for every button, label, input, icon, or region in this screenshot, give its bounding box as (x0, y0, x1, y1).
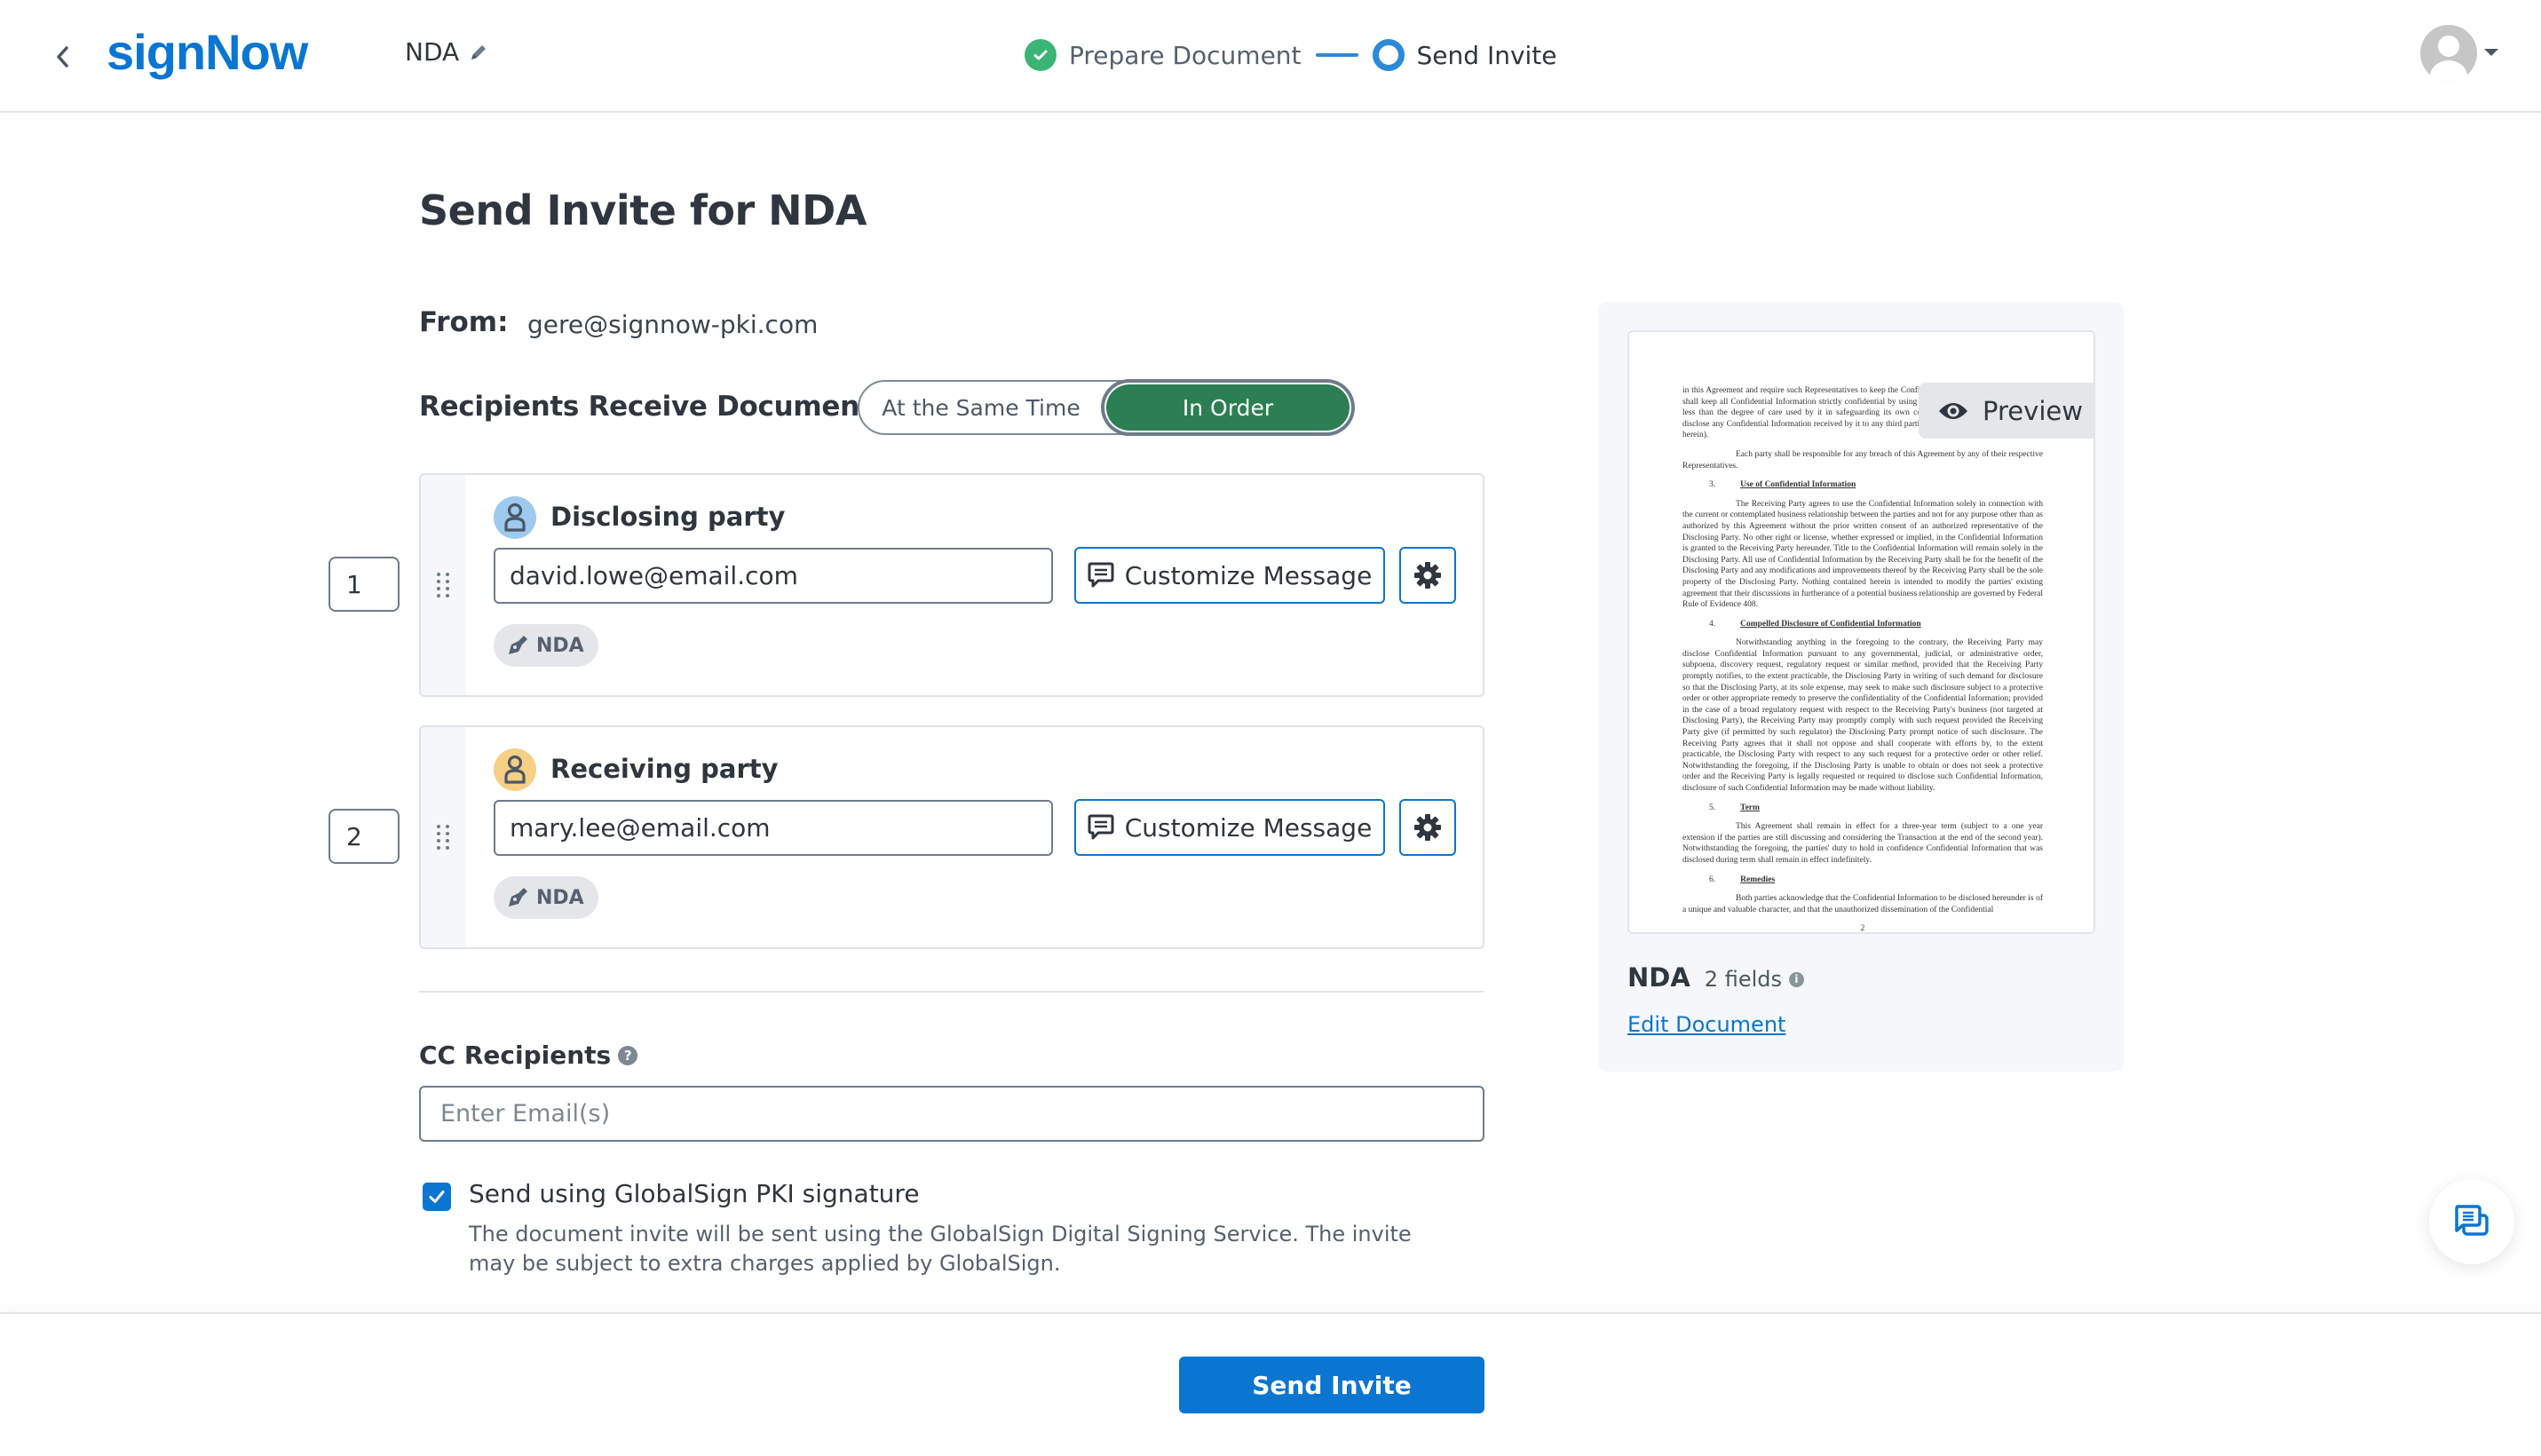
pki-signature-label[interactable]: Send using GlobalSign PKI signature (469, 1179, 920, 1208)
document-preview-panel: in this Agreement and require such Repre… (1598, 302, 2124, 1072)
preview-button[interactable]: Preview (1919, 383, 2094, 439)
signing-order-input[interactable]: 1 (329, 557, 400, 612)
user-silhouette-icon (2430, 36, 2467, 82)
back-button[interactable] (50, 39, 76, 75)
doc-heading: 4. Compelled Disclosure of Confidential I… (1682, 619, 2043, 630)
page-number: 2 (1860, 924, 1865, 934)
current-step-icon (1372, 39, 1405, 71)
drag-handle[interactable] (421, 727, 465, 947)
cc-recipients-label: CC Recipients ? (419, 1041, 638, 1070)
user-avatar[interactable] (2420, 25, 2477, 82)
role-name: Disclosing party (550, 502, 786, 532)
document-badge: NDA (494, 876, 598, 919)
checkmark-icon (429, 1191, 445, 1203)
pki-signature-description: The document invite will be sent using t… (469, 1222, 1412, 1276)
chat-bubbles-icon (2455, 1205, 2489, 1236)
user-menu-caret-icon[interactable] (2484, 49, 2498, 56)
document-name-text: NDA (405, 37, 460, 67)
document-badge-label: NDA (536, 634, 584, 657)
recipient-email-input[interactable] (494, 800, 1053, 856)
signing-order-label: Recipients Receive Documents (419, 391, 889, 423)
message-icon (1088, 814, 1114, 840)
chat-support-button[interactable] (2429, 1179, 2514, 1264)
doc-heading: 6. Remedies (1682, 874, 2043, 886)
doc-heading-text: Remedies (1740, 874, 1776, 884)
role-name: Receiving party (550, 754, 779, 784)
cc-recipients-text: CC Recipients (419, 1041, 612, 1070)
progress-stepper: Prepare Document Send Invite (1025, 36, 1557, 75)
drag-handle[interactable] (421, 475, 465, 695)
document-thumbnail[interactable]: in this Agreement and require such Repre… (1627, 330, 2095, 934)
doc-heading: 3. Use of Confidential Information (1682, 479, 2043, 491)
recipient-card: Receiving party Customize Message NDA (419, 725, 1484, 949)
customize-message-button[interactable]: Customize Message (1074, 547, 1385, 604)
doc-paragraph: This Agreement shall remain in effect fo… (1682, 822, 2043, 865)
document-info: NDA 2 fields i (1627, 962, 1804, 993)
document-name[interactable]: NDA (405, 37, 489, 67)
preview-label: Preview (1983, 395, 2083, 426)
signnow-logo[interactable]: signNow (107, 23, 308, 81)
recipient-email-input[interactable] (494, 548, 1053, 604)
fields-count: 2 fields i (1705, 967, 1804, 992)
info-icon[interactable]: i (1788, 971, 1804, 987)
doc-heading-text: Use of Confidential Information (1740, 480, 1856, 490)
customize-message-label: Customize Message (1124, 812, 1373, 843)
signing-order-toggle: At the Same Time In Order (858, 380, 1353, 435)
doc-heading-text: Compelled Disclosure of Confidential Inf… (1740, 619, 1921, 629)
top-bar: signNow NDA Prepare Document Send Invite (0, 0, 2541, 113)
person-icon (504, 502, 526, 532)
doc-heading-text: Term (1740, 803, 1760, 812)
signature-pen-icon (509, 888, 527, 906)
customize-message-button[interactable]: Customize Message (1074, 799, 1385, 856)
pki-signature-checkbox[interactable] (423, 1183, 451, 1211)
doc-paragraph: Notwithstanding anything in the foregoin… (1682, 638, 2043, 793)
page-title: Send Invite for NDA (419, 186, 867, 234)
signature-pen-icon (509, 636, 527, 654)
fields-count-text: 2 fields (1704, 967, 1782, 992)
from-label: From: (419, 306, 509, 338)
option-same-time[interactable]: At the Same Time (865, 382, 1097, 433)
pencil-icon[interactable] (468, 42, 489, 63)
document-page-text: in this Agreement and require such Repre… (1682, 385, 2043, 934)
recipient-card: Disclosing party Customize Message NDA (419, 473, 1484, 697)
check-circle-icon (1025, 39, 1057, 71)
edit-document-link[interactable]: Edit Document (1627, 1012, 1785, 1037)
role-avatar (494, 748, 536, 791)
doc-heading-number: 4. (1709, 619, 1716, 629)
person-icon (504, 755, 526, 784)
drag-dots-icon (437, 825, 449, 850)
eye-icon (1939, 402, 1968, 419)
doc-heading-number: 6. (1709, 874, 1716, 884)
message-icon (1088, 562, 1114, 588)
gear-icon (1414, 814, 1441, 841)
doc-heading-number: 5. (1709, 803, 1716, 812)
from-email: gere@signnow-pki.com (527, 310, 819, 339)
section-divider (419, 991, 1484, 993)
doc-paragraph: Each party shall be responsible for any … (1682, 449, 2043, 471)
role-avatar (494, 496, 536, 539)
cc-email-input[interactable] (419, 1086, 1484, 1142)
document-badge: NDA (494, 624, 598, 667)
document-title: NDA (1627, 962, 1690, 993)
chevron-left-icon (57, 46, 68, 67)
doc-paragraph: Both parties acknowledge that the Confid… (1682, 894, 2043, 914)
doc-heading-number: 3. (1709, 480, 1716, 490)
document-badge-label: NDA (536, 886, 584, 909)
drag-dots-icon (437, 573, 449, 597)
help-icon[interactable]: ? (618, 1045, 638, 1065)
step-connector (1315, 53, 1358, 57)
recipient-settings-button[interactable] (1399, 547, 1456, 604)
customize-message-label: Customize Message (1124, 560, 1373, 590)
gear-icon (1414, 562, 1441, 589)
step-send-invite: Send Invite (1416, 40, 1557, 70)
doc-paragraph: The Receiving Party agrees to use the Co… (1682, 499, 2043, 610)
signing-order-input[interactable]: 2 (329, 809, 400, 864)
option-in-order[interactable]: In Order (1106, 384, 1350, 431)
step-prepare-document[interactable]: Prepare Document (1069, 41, 1302, 70)
send-invite-button[interactable]: Send Invite (1179, 1357, 1484, 1413)
doc-heading: 5. Term (1682, 803, 2043, 814)
recipient-settings-button[interactable] (1399, 799, 1456, 856)
